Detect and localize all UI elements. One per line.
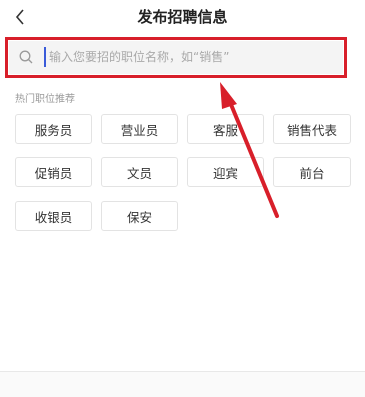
position-chip-shop-assistant[interactable]: 营业员 [101,114,178,144]
position-chip-customer-service[interactable]: 客服 [187,114,264,144]
position-chip-greeter[interactable]: 迎宾 [187,157,264,187]
page-title: 发布招聘信息 [137,8,228,26]
position-chip-reception[interactable]: 前台 [273,157,351,187]
position-chip-clerk[interactable]: 文员 [101,157,178,187]
header: 发布招聘信息 [0,0,365,34]
position-chip-cashier[interactable]: 收银员 [15,201,92,231]
position-chip-promoter[interactable]: 促销员 [15,157,92,187]
position-chip-sales-rep[interactable]: 销售代表 [273,114,351,144]
position-chip-security[interactable]: 保安 [101,201,178,231]
bottom-bar [0,372,365,397]
hot-positions-label: 热门职位推荐 [15,94,75,105]
position-chip-waiter[interactable]: 服务员 [15,114,92,144]
highlight-box [5,37,347,78]
